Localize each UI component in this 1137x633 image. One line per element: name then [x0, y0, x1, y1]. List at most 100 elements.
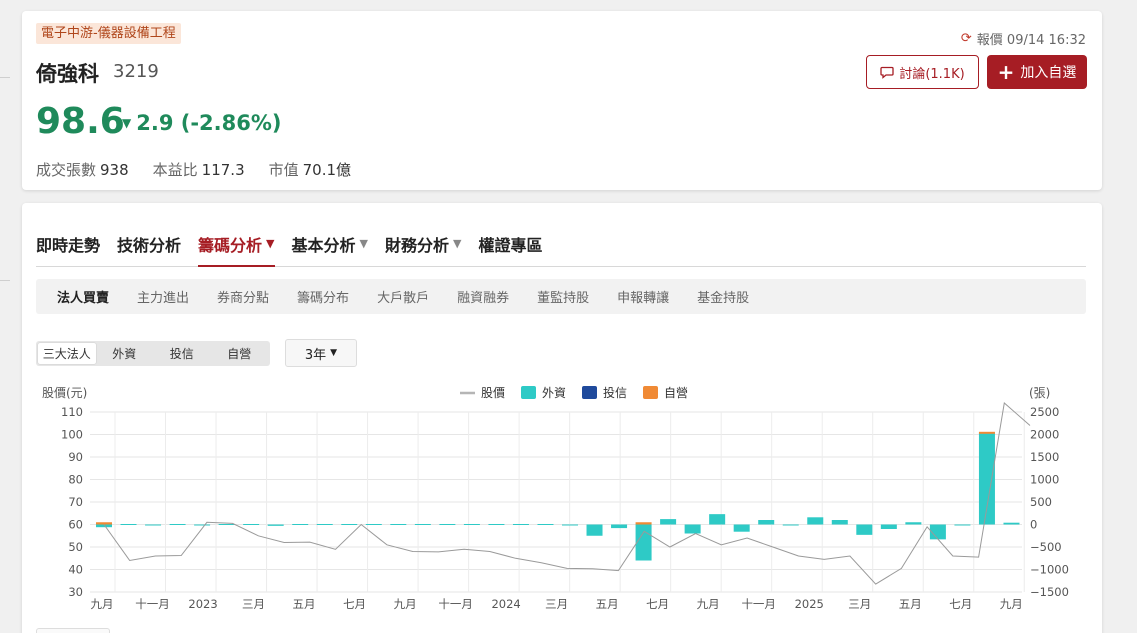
foreign-bar: [978, 432, 995, 525]
subtab-declared-transfer[interactable]: 申報轉讓: [617, 287, 669, 306]
foreign-bar: [586, 524, 603, 536]
stock-code: 3219: [113, 61, 159, 82]
subtab-broker-branch[interactable]: 券商分點: [217, 287, 269, 306]
page-edge-tick: [0, 280, 10, 281]
right-tick-label: 1000: [1030, 473, 1059, 487]
legend-label: 股價: [481, 386, 505, 400]
refresh-icon[interactable]: ⟳: [961, 31, 972, 46]
foreign-bar: [831, 520, 848, 525]
left-tick-label: 50: [68, 540, 83, 554]
x-tick-label: 九月: [1000, 597, 1023, 611]
subtab-director-holdings[interactable]: 董監持股: [537, 287, 589, 306]
x-tick-label: 五月: [899, 597, 922, 611]
stat-market-cap: 市值 70.1億: [268, 161, 352, 179]
tab-warrants[interactable]: 權證專區: [478, 231, 542, 267]
foreign-bar: [316, 524, 333, 525]
subtab-holder-size[interactable]: 大戶散戶: [377, 287, 429, 306]
stock-name: 倚強科: [36, 62, 99, 86]
quote-time-text: 報價 09/14 16:32: [976, 33, 1086, 48]
filter-dealer[interactable]: 自營: [211, 343, 269, 364]
foreign-bar: [660, 519, 677, 525]
stock-stats: 成交張數 938 本益比 117.3 市值 70.1億: [36, 159, 351, 180]
right-tick-label: −1500: [1030, 585, 1069, 599]
foreign-bar: [120, 524, 137, 525]
x-tick-label: 十一月: [438, 597, 473, 611]
foreign-bar: [512, 524, 529, 525]
add-watchlist-label: 加入自選: [1020, 65, 1077, 81]
foreign-bar: [758, 520, 775, 525]
x-tick-label: 2025: [795, 597, 824, 611]
x-tick-label: 三月: [545, 597, 568, 611]
foreign-bar: [439, 524, 456, 525]
dealer-bar: [96, 522, 112, 525]
legend-swatch-1: [521, 386, 536, 399]
discuss-label: 討論(1.1K): [899, 66, 965, 82]
right-tick-label: −1000: [1030, 563, 1069, 577]
down-arrow-icon: ▼: [122, 116, 132, 130]
stock-header-card: 電子中游-儀器設備工程 倚強科 3219 98.6 ▼ 2.9 (-2.86%)…: [22, 11, 1102, 190]
investor-filter: 三大法人 外資 投信 自營: [36, 341, 270, 366]
foreign-bar: [880, 524, 897, 529]
period-select[interactable]: 3年 ▼: [285, 339, 357, 367]
main-tabs: 即時走勢 技術分析 籌碼分析 ▼ 基本分析 ▼ 財務分析 ▼ 權證專區: [36, 231, 1086, 267]
sub-tabs: 法人買賣 主力進出 券商分點 籌碼分布 大戶散戶 融資融券 董監持股 申報轉讓 …: [36, 279, 1086, 314]
quote-time: ⟳ 報價 09/14 16:32: [961, 29, 1086, 48]
left-tick-label: 100: [61, 428, 83, 442]
foreign-bar: [267, 524, 284, 526]
table-toggle-tab[interactable]: [36, 628, 110, 633]
right-tick-label: 2500: [1030, 405, 1059, 419]
right-tick-label: 2000: [1030, 428, 1059, 442]
right-tick-label: 500: [1030, 495, 1052, 509]
foreign-bar: [390, 524, 407, 525]
filter-foreign[interactable]: 外資: [96, 343, 154, 364]
right-tick-label: 1500: [1030, 450, 1059, 464]
subtab-main-force[interactable]: 主力進出: [137, 287, 189, 306]
add-watchlist-button[interactable]: + 加入自選: [987, 55, 1087, 89]
x-tick-label: 五月: [596, 597, 619, 611]
subtab-chip-distribution[interactable]: 籌碼分布: [297, 287, 349, 306]
tab-chips[interactable]: 籌碼分析 ▼: [198, 231, 275, 267]
filter-all-institutional[interactable]: 三大法人: [38, 343, 96, 364]
legend-swatch-2: [582, 386, 597, 399]
foreign-bar: [856, 524, 873, 535]
foreign-bar: [537, 524, 554, 525]
foreign-bar: [414, 524, 431, 525]
foreign-bar: [243, 524, 260, 525]
foreign-bar: [145, 524, 162, 526]
left-tick-label: 110: [61, 405, 83, 419]
subtab-institutional[interactable]: 法人買賣: [57, 287, 109, 306]
chart-svg: 股價(元) (張) 股價 外資 投信 自營 110 2500 100 2000 90 1500 80 10…: [42, 385, 1069, 611]
legend-label: 外資: [542, 386, 566, 400]
tab-financial[interactable]: 財務分析 ▼: [385, 231, 461, 267]
x-tick-label: 五月: [293, 597, 316, 611]
foreign-bar: [194, 524, 211, 526]
stat-pe-ratio: 本益比 117.3: [152, 161, 245, 179]
tab-technical[interactable]: 技術分析: [117, 231, 181, 267]
legend-label: 自營: [664, 386, 688, 400]
subtab-margin[interactable]: 融資融券: [457, 287, 509, 306]
foreign-bar: [905, 522, 922, 525]
x-tick-label: 2023: [188, 597, 217, 611]
tab-realtime[interactable]: 即時走勢: [36, 231, 100, 267]
tab-fundamental[interactable]: 基本分析 ▼: [292, 231, 368, 267]
chat-bubble-icon: [880, 66, 894, 79]
foreign-bar: [733, 524, 750, 532]
foreign-bar: [929, 524, 946, 540]
foreign-bar: [709, 514, 726, 525]
filter-investment-trust[interactable]: 投信: [153, 343, 211, 364]
foreign-bar: [782, 524, 799, 526]
industry-tag[interactable]: 電子中游-儀器設備工程: [36, 23, 181, 44]
left-axis-title: 股價(元): [42, 386, 87, 400]
subtab-fund-holdings[interactable]: 基金持股: [697, 287, 749, 306]
foreign-bar: [562, 524, 578, 526]
discuss-button[interactable]: 討論(1.1K): [866, 55, 979, 89]
foreign-bar: [954, 524, 971, 526]
x-tick-label: 七月: [646, 597, 669, 611]
x-tick-label: 三月: [242, 597, 265, 611]
foreign-bar: [169, 524, 186, 525]
left-tick-label: 90: [68, 450, 83, 464]
left-tick-label: 40: [68, 563, 83, 577]
foreign-bar: [611, 524, 628, 529]
foreign-bar: [488, 524, 505, 525]
left-tick-label: 60: [68, 518, 83, 532]
